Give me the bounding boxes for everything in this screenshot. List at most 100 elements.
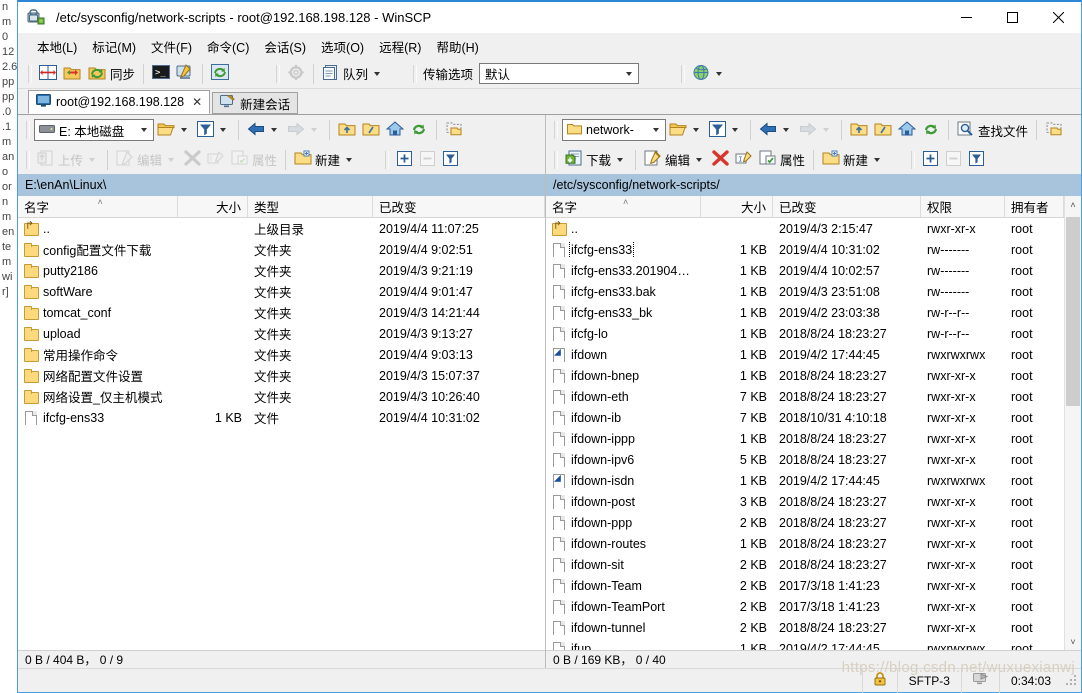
- remote-forward-chevron-down-icon[interactable]: [823, 128, 829, 132]
- remote-select-files-button[interactable]: [1042, 118, 1066, 142]
- table-row[interactable]: ifdown-isdn 1 KB 2019/4/2 17:44:45 rwxrwxrw…: [546, 470, 1064, 491]
- remote-open-chevron-down-icon[interactable]: [693, 128, 699, 132]
- remote-home-directory-button[interactable]: [895, 118, 919, 142]
- local-home-directory-button[interactable]: [383, 118, 407, 142]
- remote-open-directory-button[interactable]: [666, 118, 706, 142]
- table-row[interactable]: ifcfg-ens33.bak 1 KB 2019/4/3 23:51:08 rw--…: [546, 281, 1064, 302]
- upload-button[interactable]: 上传: [34, 148, 102, 172]
- local-new-chevron-down-icon[interactable]: [346, 157, 353, 162]
- table-row[interactable]: ifcfg-ens33 1 KB 文件 2019/4/4 10:31:02: [18, 407, 545, 428]
- synchronize-button[interactable]: 同步: [85, 62, 138, 86]
- menu-session[interactable]: 会话(S): [258, 34, 312, 59]
- table-row[interactable]: putty2186 文件夹 2019/4/3 9:21:19: [18, 260, 545, 281]
- local-edit-button[interactable]: 编辑: [113, 148, 181, 172]
- remote-new-chevron-down-icon[interactable]: [874, 157, 881, 162]
- local-back-button[interactable]: [244, 118, 284, 142]
- column-header-owner[interactable]: 拥有者: [1005, 196, 1064, 217]
- remote-toolbar-grip[interactable]: [554, 121, 558, 139]
- menu-mark[interactable]: 标记(M): [86, 34, 142, 59]
- maximize-button[interactable]: [989, 2, 1035, 33]
- remote-back-button[interactable]: [756, 118, 796, 142]
- local-properties-button[interactable]: 属性: [228, 148, 280, 172]
- toolbar-grip-3[interactable]: [413, 64, 418, 83]
- queue-button[interactable]: 队列: [319, 62, 387, 86]
- menu-command[interactable]: 命令(C): [201, 34, 255, 59]
- protocol-status[interactable]: SFTP-3: [896, 668, 961, 693]
- table-row[interactable]: tomcat_conf 文件夹 2019/4/3 14:21:44: [18, 302, 545, 323]
- local-parent-directory-button[interactable]: [335, 118, 359, 142]
- transfer-settings-globe-button[interactable]: [689, 62, 729, 86]
- resize-grip[interactable]: [1065, 673, 1079, 688]
- tab-new-session[interactable]: 新建会话: [212, 92, 299, 114]
- remote-back-chevron-down-icon[interactable]: [783, 128, 789, 132]
- local-action-grip[interactable]: [26, 150, 30, 169]
- tab-close-icon[interactable]: ✕: [192, 95, 202, 109]
- menu-help[interactable]: 帮助(H): [430, 34, 484, 59]
- local-open-directory-button[interactable]: [154, 118, 194, 142]
- local-drive-chevron-down-icon[interactable]: [137, 128, 151, 132]
- table-row[interactable]: ifcfg-ens33 1 KB 2019/4/4 10:31:02 rw------…: [546, 239, 1064, 260]
- remote-refresh-button[interactable]: [919, 118, 943, 142]
- table-row[interactable]: softWare 文件夹 2019/4/4 9:01:47: [18, 281, 545, 302]
- upload-chevron-down-icon[interactable]: [89, 157, 96, 162]
- close-button[interactable]: [1035, 2, 1081, 33]
- local-filter-button[interactable]: [194, 118, 233, 142]
- local-select-files-button[interactable]: [442, 118, 466, 142]
- column-header-modified[interactable]: 已改变: [373, 196, 545, 217]
- remote-selection-filter-button[interactable]: [965, 148, 988, 172]
- remote-properties-button[interactable]: 属性: [756, 148, 808, 172]
- local-filter-chevron-down-icon[interactable]: [220, 128, 226, 132]
- remote-parent-directory-button[interactable]: [847, 118, 871, 142]
- remote-forward-button[interactable]: [796, 118, 836, 142]
- scroll-up-icon[interactable]: ˄: [1065, 196, 1081, 213]
- local-forward-chevron-down-icon[interactable]: [311, 128, 317, 132]
- scrollbar-track[interactable]: [1065, 213, 1081, 633]
- remote-filter-button[interactable]: [706, 118, 745, 142]
- table-row[interactable]: 网络配置文件设置 文件夹 2019/4/3 15:07:37: [18, 365, 545, 386]
- remote-directory-chevron-down-icon[interactable]: [649, 128, 663, 132]
- local-rename-button[interactable]: I: [204, 148, 228, 172]
- encryption-status[interactable]: [861, 668, 897, 693]
- menu-file[interactable]: 文件(F): [145, 34, 198, 59]
- remote-vertical-scrollbar[interactable]: ˄ ˅: [1064, 196, 1081, 650]
- remote-new-button[interactable]: 新建: [819, 148, 887, 172]
- local-back-chevron-down-icon[interactable]: [271, 128, 277, 132]
- local-drive-combo[interactable]: E: 本地磁盘: [34, 119, 154, 141]
- putty-session-button[interactable]: [173, 62, 197, 86]
- table-row[interactable]: .. 上级目录 2019/4/4 11:07:25: [18, 218, 545, 239]
- local-selection-filter-button[interactable]: [439, 148, 462, 172]
- preferences-button[interactable]: [284, 62, 308, 86]
- table-row[interactable]: config配置文件下载 文件夹 2019/4/4 9:02:51: [18, 239, 545, 260]
- column-header-size[interactable]: 大小: [701, 196, 773, 217]
- remote-action-grip[interactable]: [554, 150, 558, 169]
- remote-address-bar[interactable]: /etc/sysconfig/network-scripts/: [546, 174, 1081, 196]
- local-address-bar[interactable]: E:\enAn\Linux\: [18, 174, 545, 196]
- local-delete-button[interactable]: [181, 148, 204, 172]
- tab-session-root[interactable]: root@192.168.198.128 ✕: [28, 90, 211, 114]
- column-header-type[interactable]: 类型: [248, 196, 373, 217]
- table-row[interactable]: ifdown-tunnel 2 KB 2018/8/24 18:23:27 rwxr-…: [546, 617, 1064, 638]
- open-terminal-button[interactable]: >_: [149, 62, 173, 86]
- download-button[interactable]: 下载: [562, 148, 630, 172]
- refresh-session-button[interactable]: [208, 62, 232, 86]
- local-select-all-button[interactable]: [393, 148, 416, 172]
- remote-console-status[interactable]: [960, 668, 999, 693]
- local-new-button[interactable]: 新建: [291, 148, 359, 172]
- table-row[interactable]: .. 2019/4/3 2:15:47 rwxr-xr-x root: [546, 218, 1064, 239]
- local-forward-button[interactable]: [284, 118, 324, 142]
- table-row[interactable]: ifdown-TeamPort 2 KB 2017/3/18 1:41:23 rwxr…: [546, 596, 1064, 617]
- menu-options[interactable]: 选项(O): [315, 34, 370, 59]
- column-header-modified[interactable]: 已改变: [773, 196, 921, 217]
- remote-rename-button[interactable]: I: [732, 148, 756, 172]
- remote-directory-combo[interactable]: network-: [562, 119, 666, 141]
- remote-filter-chevron-down-icon[interactable]: [732, 128, 738, 132]
- menu-remote[interactable]: 远程(R): [373, 34, 427, 59]
- local-root-directory-button[interactable]: [359, 118, 383, 142]
- remote-unselect-button[interactable]: [942, 148, 965, 172]
- table-row[interactable]: ifdown-Team 2 KB 2017/3/18 1:41:23 rwxr-xr-…: [546, 575, 1064, 596]
- local-refresh-button[interactable]: [407, 118, 431, 142]
- transfer-settings-combo[interactable]: 默认: [479, 63, 640, 84]
- column-header-name[interactable]: 名字 ˄: [546, 196, 701, 217]
- local-action-grip-2[interactable]: [385, 150, 390, 169]
- table-row[interactable]: ifdown-ib 7 KB 2018/10/31 4:10:18 rwxr-xr-x…: [546, 407, 1064, 428]
